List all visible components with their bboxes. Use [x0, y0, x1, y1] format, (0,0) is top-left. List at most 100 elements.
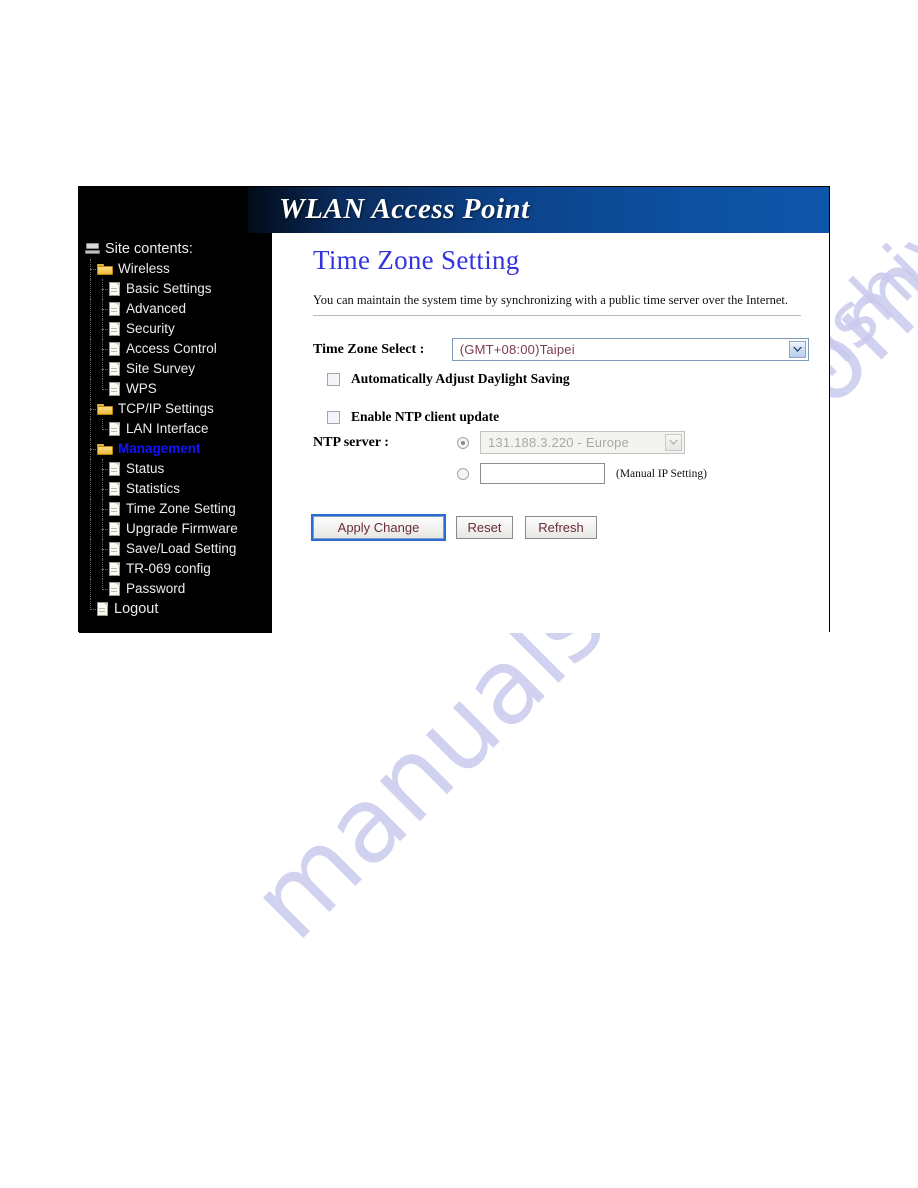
sidebar-item-label: Access Control [126, 341, 217, 356]
tree-rail [97, 279, 109, 299]
sidebar-item-security[interactable]: Security [79, 319, 272, 339]
sidebar-item-time-zone-setting[interactable]: Time Zone Setting [79, 499, 272, 519]
sidebar-item-label: Time Zone Setting [126, 501, 236, 516]
router-admin-window: WLAN Access Point Site contents: Wireles… [78, 186, 830, 633]
sidebar-item-label: Save/Load Setting [126, 541, 237, 556]
tree-rail [97, 419, 109, 439]
tree-rail [97, 579, 109, 599]
tree-rail [97, 479, 109, 499]
ntp-preset-value: 131.188.3.220 - Europe [488, 435, 630, 450]
banner-title: WLAN Access Point [279, 193, 530, 225]
tree-rail [97, 299, 109, 319]
tree-rail [85, 439, 97, 459]
ntp-preset-radio[interactable] [457, 436, 469, 449]
sidebar-item-label: Management [118, 441, 201, 456]
sidebar-item-basic-settings[interactable]: Basic Settings [79, 279, 272, 299]
chevron-down-icon [665, 434, 682, 451]
sidebar-item-status[interactable]: Status [79, 459, 272, 479]
sidebar-item-tcpip-settings[interactable]: TCP/IP Settings [79, 399, 272, 419]
ntp-preset-line: 131.188.3.220 - Europe [457, 431, 707, 454]
sidebar-item-wireless[interactable]: Wireless [79, 259, 272, 279]
tree-rail [97, 539, 109, 559]
sidebar-item-advanced[interactable]: Advanced [79, 299, 272, 319]
tree-rail [85, 579, 97, 599]
content-panel: Time Zone Setting You can maintain the s… [272, 233, 829, 633]
daylight-saving-row[interactable]: Automatically Adjust Daylight Saving [327, 371, 809, 387]
sidebar-item-site-survey[interactable]: Site Survey [79, 359, 272, 379]
page-icon [109, 582, 121, 596]
tree-rail [85, 599, 97, 619]
page-icon [109, 302, 121, 316]
tree-rail [85, 299, 97, 319]
daylight-saving-checkbox[interactable] [327, 372, 340, 386]
page-icon [109, 462, 121, 476]
page-icon [109, 522, 121, 536]
computer-icon [85, 242, 100, 256]
sidebar-item-password[interactable]: Password [79, 579, 272, 599]
tree-rail [97, 379, 109, 399]
ntp-enable-row[interactable]: Enable NTP client update [327, 409, 809, 425]
page-icon [109, 562, 121, 576]
sidebar-item-label: Site Survey [126, 361, 196, 376]
sidebar-item-tr069-config[interactable]: TR-069 config [79, 559, 272, 579]
sidebar-item-label: Password [126, 581, 186, 596]
sidebar-item-management[interactable]: Management [79, 439, 272, 459]
sidebar-item-label: Statistics [126, 481, 181, 496]
tree-rail [85, 279, 97, 299]
sidebar-item-logout[interactable]: Logout [79, 599, 272, 619]
sidebar-item-label: Advanced [126, 301, 187, 316]
tree-rail [97, 339, 109, 359]
page-description: You can maintain the system time by sync… [313, 293, 789, 307]
tree-rail [85, 259, 97, 279]
sidebar-item-statistics[interactable]: Statistics [79, 479, 272, 499]
folder-icon [97, 263, 113, 276]
folder-icon [97, 443, 113, 456]
divider [313, 315, 801, 316]
tree-rail [85, 499, 97, 519]
ntp-server-label: NTP server : [313, 435, 389, 450]
sidebar-item-label: TCP/IP Settings [118, 401, 214, 416]
ntp-manual-radio[interactable] [457, 467, 469, 480]
button-row: Apply Change Reset Refresh [311, 514, 809, 541]
tree-rail [97, 559, 109, 579]
page-icon [109, 502, 121, 516]
page-icon [109, 342, 121, 356]
sidebar-item-upgrade-firmware[interactable]: Upgrade Firmware [79, 519, 272, 539]
tree-rail [85, 479, 97, 499]
ntp-enable-label: Enable NTP client update [351, 409, 500, 424]
timezone-select[interactable]: (GMT+08:00)Taipei [451, 338, 809, 361]
page-icon [109, 322, 121, 336]
ntp-enable-checkbox[interactable] [327, 410, 340, 424]
tree-rail [85, 379, 97, 399]
page-icon [109, 282, 121, 296]
apply-change-button[interactable]: Apply Change [311, 514, 446, 541]
refresh-button[interactable]: Refresh [525, 516, 597, 539]
tree-rail [97, 519, 109, 539]
page-icon [109, 422, 121, 436]
reset-button[interactable]: Reset [456, 516, 513, 539]
page-title: Time Zone Setting [313, 245, 520, 275]
sidebar-item-label: TR-069 config [126, 561, 211, 576]
tree-rail [85, 319, 97, 339]
sidebar-root-label: Site contents: [105, 241, 193, 257]
timezone-label: Time Zone Select : [313, 341, 425, 357]
sidebar-item-lan-interface[interactable]: LAN Interface [79, 419, 272, 439]
tree-rail [85, 559, 97, 579]
banner: WLAN Access Point [79, 187, 829, 233]
ntp-server-row: NTP server : 131.188.3.220 - Europe (Man… [313, 431, 809, 493]
tree-rail [97, 459, 109, 479]
chevron-down-icon[interactable] [789, 341, 806, 358]
sidebar-item-access-control[interactable]: Access Control [79, 339, 272, 359]
sidebar-item-label: Wireless [118, 261, 170, 276]
ntp-preset-select: 131.188.3.220 - Europe [480, 431, 685, 454]
ntp-manual-ip-input[interactable] [480, 463, 605, 484]
sidebar-item-label: Logout [114, 601, 159, 617]
tree-rail [97, 319, 109, 339]
sidebar-item-wps[interactable]: WPS [79, 379, 272, 399]
ntp-manual-line: (Manual IP Setting) [457, 463, 707, 484]
sidebar-item-label: Upgrade Firmware [126, 521, 238, 536]
sidebar-item-save-load-setting[interactable]: Save/Load Setting [79, 539, 272, 559]
folder-icon [97, 403, 113, 416]
tree-rail [85, 419, 97, 439]
tree-rail [85, 359, 97, 379]
